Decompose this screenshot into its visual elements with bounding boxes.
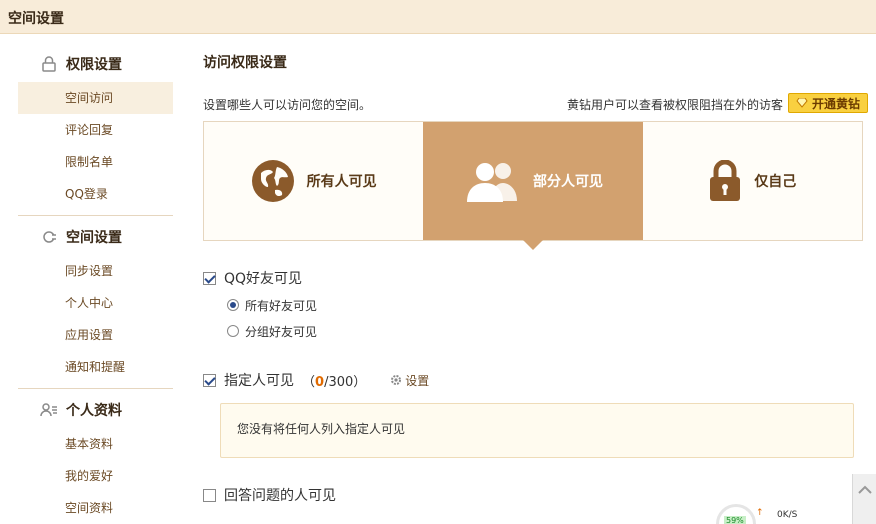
qq-friends-row[interactable]: QQ好友可见 <box>203 268 302 288</box>
gear-icon <box>391 375 402 385</box>
sidebar-item-space-info[interactable]: 空间资料 <box>18 492 173 524</box>
qq-friends-label: QQ好友可见 <box>224 271 303 287</box>
paren-open: （ <box>302 374 316 390</box>
answer-question-section: 回答问题的人可见 <box>203 485 336 505</box>
answer-question-checkbox[interactable] <box>203 488 216 502</box>
description-row: 设置哪些人可以访问您的空间。 黄钻用户可以查看被权限阻挡在外的访客 开通黄钻 <box>203 92 868 118</box>
option-some-people[interactable]: 部分人可见 <box>423 122 643 250</box>
access-description: 设置哪些人可以访问您的空间。 <box>203 98 372 112</box>
speed-percent: 59% <box>724 516 746 524</box>
upload-arrow-icon: ↑ <box>756 508 764 518</box>
sidebar-item-basic-info[interactable]: 基本资料 <box>18 428 173 460</box>
sidebar-item-app-settings[interactable]: 应用设置 <box>18 319 173 351</box>
radio-all-friends-row[interactable]: 所有好友可见 <box>227 292 317 318</box>
designated-notice-text: 您没有将任何人列入指定人可见 <box>237 422 406 436</box>
chevron-up-icon <box>858 485 872 494</box>
radio-group-friends-row[interactable]: 分组好友可见 <box>227 318 317 344</box>
vip-note: 黄钻用户可以查看被权限阻挡在外的访客 <box>566 98 783 112</box>
sidebar-item-hobbies[interactable]: 我的爱好 <box>18 460 173 492</box>
sidebar-divider <box>18 215 173 216</box>
sidebar-group-profile[interactable]: 个人资料 <box>18 392 173 428</box>
designated-row[interactable]: 指定人可见 （0/300） 设置 <box>203 370 429 390</box>
sidebar-group-label: 权限设置 <box>66 57 122 73</box>
designated-count: （0/300） <box>302 371 366 390</box>
selected-caret <box>522 240 543 250</box>
lock-icon <box>42 56 56 72</box>
paren-close: ） <box>353 374 367 390</box>
option-label: 仅自己 <box>754 174 797 190</box>
padlock-icon <box>710 160 741 201</box>
page-title: 访问权限设置 <box>203 55 287 71</box>
people-icon <box>466 163 517 202</box>
answer-question-label: 回答问题的人可见 <box>224 488 336 504</box>
count-now: 0 <box>315 374 325 390</box>
radio-all-friends[interactable] <box>227 299 239 311</box>
option-label: 所有人可见 <box>306 174 377 190</box>
designated-section: 指定人可见 （0/300） 设置 <box>203 370 429 390</box>
open-vip-label: 开通黄钻 <box>811 96 860 111</box>
network-speed-widget: 59% ↑ 0K/S <box>716 504 806 524</box>
sidebar-item-comment-reply[interactable]: 评论回复 <box>18 114 173 146</box>
answer-question-row[interactable]: 回答问题的人可见 <box>203 485 336 505</box>
wrench-icon <box>43 231 57 243</box>
designated-settings-link[interactable]: 设置 <box>390 372 429 389</box>
open-vip-button[interactable]: 开通黄钻 <box>788 93 868 113</box>
window-title: 空间设置 <box>8 11 64 27</box>
speed-rate: 0K/S <box>777 510 798 520</box>
qq-friends-checkbox[interactable] <box>203 271 216 285</box>
qq-friends-radios: 所有好友可见 分组好友可见 <box>203 292 317 344</box>
radio-group-friends[interactable] <box>227 325 239 337</box>
radio-all-friends-label: 所有好友可见 <box>245 298 318 313</box>
visibility-options: 所有人可见 部分人可见 仅自己 <box>203 121 863 250</box>
scroll-to-top-button[interactable] <box>852 474 876 524</box>
globe-icon <box>251 160 294 202</box>
sidebar-item-notifications[interactable]: 通知和提醒 <box>18 351 173 383</box>
qq-friends-section: QQ好友可见 <box>203 268 302 288</box>
sidebar-item-sync-settings[interactable]: 同步设置 <box>18 255 173 287</box>
sidebar-group-label: 个人资料 <box>66 403 122 419</box>
sidebar-item-restrict-list[interactable]: 限制名单 <box>18 146 173 178</box>
option-label: 部分人可见 <box>532 174 603 190</box>
option-only-me[interactable]: 仅自己 <box>643 122 862 240</box>
count-max: /300 <box>324 374 354 390</box>
designated-notice: 您没有将任何人列入指定人可见 <box>220 403 854 458</box>
main-content: 访问权限设置 设置哪些人可以访问您的空间。 黄钻用户可以查看被权限阻挡在外的访客… <box>203 52 868 504</box>
designated-label: 指定人可见 <box>224 373 294 389</box>
speed-gauge: 59% <box>716 504 756 524</box>
sidebar-group-space-settings[interactable]: 空间设置 <box>18 219 173 255</box>
option-everyone[interactable]: 所有人可见 <box>204 122 423 240</box>
sidebar: 权限设置 空间访问 评论回复 限制名单 QQ登录 空间设置 同步设置 个人中心 … <box>18 46 173 524</box>
sidebar-item-personal-center[interactable]: 个人中心 <box>18 287 173 319</box>
sidebar-group-permission[interactable]: 权限设置 <box>18 46 173 82</box>
diamond-icon <box>796 98 808 108</box>
sidebar-item-qq-login[interactable]: QQ登录 <box>18 178 173 210</box>
sidebar-divider <box>18 388 173 389</box>
user-profile-icon <box>40 403 57 417</box>
sidebar-item-space-access[interactable]: 空间访问 <box>18 82 173 114</box>
top-bar: 空间设置 <box>0 0 876 34</box>
sidebar-group-label: 空间设置 <box>66 230 122 246</box>
radio-group-friends-label: 分组好友可见 <box>245 324 318 339</box>
designated-checkbox[interactable] <box>203 373 216 387</box>
settings-label: 设置 <box>405 373 430 388</box>
